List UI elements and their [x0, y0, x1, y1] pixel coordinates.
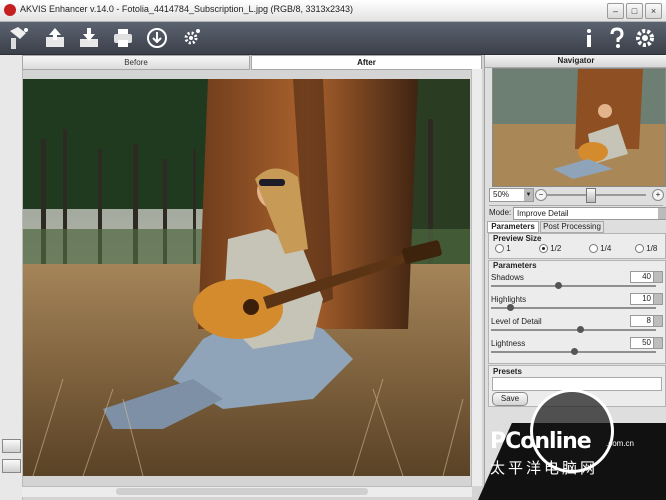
plugins-gear-icon[interactable] — [178, 25, 204, 51]
radio-icon — [635, 244, 644, 254]
print-icon[interactable] — [110, 25, 136, 51]
title-bar: AKVIS Enhancer v.14.0 - Fotolia_4414784_… — [0, 0, 666, 22]
spin-button[interactable] — [653, 271, 663, 283]
chevron-down-icon: ▼ — [524, 189, 533, 201]
param-value-input[interactable]: 10 — [630, 293, 654, 305]
slider-track[interactable] — [491, 307, 656, 309]
view-toggle-button[interactable] — [2, 439, 21, 453]
parameters-title: Parameters — [493, 261, 537, 270]
navigator-preview[interactable] — [492, 68, 666, 187]
param-shadows: Shadows 40 — [491, 271, 663, 290]
spin-button[interactable] — [653, 293, 663, 305]
divider — [489, 205, 663, 206]
param-value-input[interactable]: 40 — [630, 271, 654, 283]
preview-size-1-2[interactable]: 1/2 — [539, 244, 561, 254]
zoom-in-button[interactable]: + — [652, 189, 664, 201]
close-button[interactable]: × — [645, 3, 662, 19]
zoom-controls: 50% ▼ − + — [489, 188, 665, 203]
spin-button[interactable] — [653, 337, 663, 349]
radio-icon — [495, 244, 504, 254]
param-highlights: Highlights 10 — [491, 293, 663, 312]
param-value-input[interactable]: 8 — [630, 315, 654, 327]
image-canvas[interactable] — [23, 79, 470, 476]
settings-gear-icon[interactable] — [632, 25, 658, 51]
tab-post-processing[interactable]: Post Processing — [540, 221, 604, 233]
photo-girl-with-guitar — [23, 79, 470, 476]
minimize-button[interactable]: – — [607, 3, 624, 19]
zoom-select[interactable]: 50% ▼ — [489, 188, 534, 202]
param-level-of-detail: Level of Detail 8 — [491, 315, 663, 334]
slider-track[interactable] — [491, 329, 656, 331]
zoom-slider-thumb[interactable] — [586, 188, 596, 203]
slider-track[interactable] — [491, 285, 656, 287]
radio-selected-icon — [539, 244, 548, 254]
param-label: Level of Detail — [491, 317, 542, 326]
slider-thumb[interactable] — [577, 326, 584, 333]
view-tabs: Before After — [22, 55, 482, 70]
preview-size-1[interactable]: 1 — [495, 244, 511, 254]
watermark: PConline .com.cn 太平洋电脑网 — [478, 385, 666, 500]
save-image-icon[interactable] — [76, 25, 102, 51]
watermark-brand: PConline — [490, 429, 592, 454]
presets-title: Presets — [493, 367, 522, 376]
mode-select[interactable]: Improve Detail — [513, 207, 666, 220]
scroll-thumb[interactable] — [116, 488, 368, 495]
preview-size-1-4[interactable]: 1/4 — [589, 244, 611, 254]
share-icon[interactable] — [144, 25, 170, 51]
param-value-input[interactable]: 50 — [630, 337, 654, 349]
preview-size-group: Preview Size 1 1/2 1/4 1/8 — [488, 233, 666, 259]
mode-label: Mode: — [489, 208, 512, 217]
tab-parameters[interactable]: Parameters — [487, 221, 539, 233]
slider-thumb[interactable] — [507, 304, 514, 311]
window-title: AKVIS Enhancer v.14.0 - Fotolia_4414784_… — [20, 4, 354, 14]
radio-icon — [589, 244, 598, 254]
mode-row: Mode: Improve Detail — [489, 207, 666, 220]
preview-size-1-8[interactable]: 1/8 — [635, 244, 657, 254]
param-label: Lightness — [491, 339, 526, 348]
spin-button[interactable] — [653, 315, 663, 327]
param-label: Highlights — [491, 295, 527, 304]
navigator-title: Navigator — [485, 55, 666, 68]
app-logo-icon — [4, 4, 16, 16]
left-tool-strip — [0, 55, 23, 500]
watermark-chinese: 太平洋电脑网 — [490, 460, 599, 477]
watermark-domain: .com.cn — [606, 439, 635, 448]
chevron-down-icon — [658, 208, 666, 219]
info-icon[interactable] — [576, 25, 602, 51]
help-icon[interactable] — [604, 25, 630, 51]
swap-view-button[interactable] — [2, 459, 21, 473]
parameters-group: Parameters Shadows 40 Highlights 10 Leve… — [488, 260, 666, 364]
toolbar — [0, 22, 666, 55]
param-label: Shadows — [491, 273, 524, 282]
zoom-slider-track[interactable] — [546, 188, 646, 203]
param-lightness: Lightness 50 — [491, 337, 663, 356]
slider-thumb[interactable] — [571, 348, 578, 355]
settings-tabs: Parameters Post Processing — [487, 221, 665, 233]
open-image-icon[interactable] — [42, 25, 68, 51]
maximize-button[interactable]: □ — [626, 3, 643, 19]
slider-thumb[interactable] — [555, 282, 562, 289]
horizontal-scrollbar[interactable] — [22, 486, 472, 497]
tab-after[interactable]: After — [251, 55, 482, 70]
preview-size-title: Preview Size — [493, 234, 542, 243]
ai-brush-icon[interactable] — [6, 25, 32, 51]
tab-before[interactable]: Before — [22, 55, 250, 70]
